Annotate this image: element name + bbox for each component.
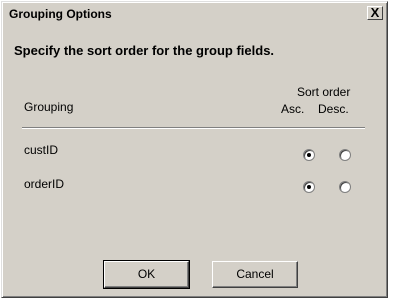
orderid-desc-radio[interactable] [339,181,351,193]
sort-order-header: Sort order [297,85,351,99]
custid-desc-radio[interactable] [339,149,351,161]
close-icon: X [370,5,380,20]
instruction-text: Specify the sort order for the group fie… [14,43,275,58]
group-field-label: custID [24,143,59,157]
orderid-asc-radio[interactable] [303,181,315,193]
grouping-header: Grouping [24,100,74,114]
cancel-button[interactable]: Cancel [212,261,298,288]
ok-button[interactable]: OK [103,260,190,289]
dialog-title: Grouping Options [9,7,112,21]
desc-column-header: Desc. [318,102,349,116]
asc-column-header: Asc. [281,102,305,116]
grouping-options-dialog: Grouping Options X Specify the sort orde… [1,1,388,298]
group-field-label: orderID [24,177,65,191]
header-separator [22,127,365,129]
title-bar[interactable]: Grouping Options X [4,4,385,23]
custid-asc-radio[interactable] [303,149,315,161]
close-button[interactable]: X [367,6,383,20]
